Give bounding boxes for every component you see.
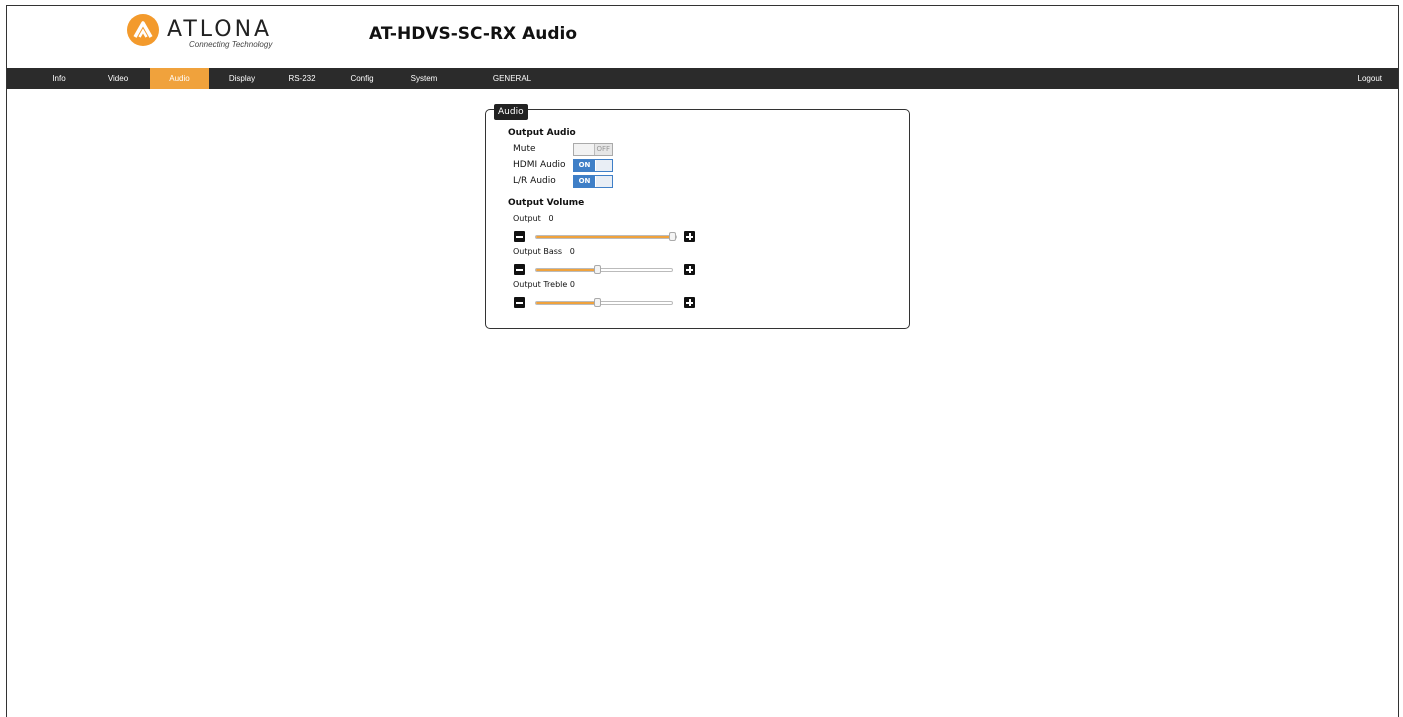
panel-tab-audio: Audio xyxy=(494,104,528,120)
treble-slider-thumb[interactable] xyxy=(594,298,602,307)
treble-value: 0 xyxy=(569,280,575,289)
treble-slider-fill xyxy=(536,302,598,304)
lr-audio-toggle[interactable]: ON xyxy=(573,175,613,188)
hdmi-audio-label: HDMI Audio xyxy=(513,160,566,170)
minus-icon xyxy=(516,235,523,238)
output-slider-fill xyxy=(536,236,676,238)
bass-slider-fill xyxy=(536,269,598,271)
output-label-text: Output xyxy=(513,214,541,223)
nav-item-info[interactable]: Info xyxy=(39,68,79,89)
bass-slider-thumb[interactable] xyxy=(594,265,602,274)
main-nav: Info Video Audio Display RS-232 Config S… xyxy=(7,68,1398,89)
bass-value: 0 xyxy=(569,247,575,256)
atlona-logo-icon xyxy=(127,14,159,46)
nav-item-config[interactable]: Config xyxy=(338,68,386,89)
treble-label-text: Output Treble xyxy=(513,280,568,289)
hdmi-audio-toggle-state: ON xyxy=(574,160,595,171)
output-value: 0 xyxy=(548,214,554,223)
logo-tagline: Connecting Technology xyxy=(189,40,273,49)
logout-link[interactable]: Logout xyxy=(1358,68,1382,89)
output-minus-button[interactable] xyxy=(514,231,525,242)
logo-wordmark: ATLONA xyxy=(167,17,273,42)
lr-audio-label: L/R Audio xyxy=(513,176,556,186)
atlona-logo: ATLONA Connecting Technology xyxy=(127,14,317,50)
plus-icon-v xyxy=(688,266,691,273)
lr-audio-toggle-knob xyxy=(596,176,612,187)
treble-label: Output Treble 0 xyxy=(513,280,575,289)
output-volume-heading: Output Volume xyxy=(508,198,585,208)
hdmi-audio-toggle-knob xyxy=(596,160,612,171)
minus-icon xyxy=(516,301,523,304)
mute-toggle[interactable]: OFF xyxy=(573,143,613,156)
output-audio-heading: Output Audio xyxy=(508,128,576,138)
nav-item-display[interactable]: Display xyxy=(217,68,267,89)
bass-plus-button[interactable] xyxy=(684,264,695,275)
minus-icon xyxy=(516,268,523,271)
treble-minus-button[interactable] xyxy=(514,297,525,308)
bass-label-text: Output Bass xyxy=(513,247,563,256)
output-plus-button[interactable] xyxy=(684,231,695,242)
treble-plus-button[interactable] xyxy=(684,297,695,308)
bass-slider[interactable] xyxy=(535,265,673,274)
nav-item-video[interactable]: Video xyxy=(95,68,141,89)
output-slider-thumb[interactable] xyxy=(669,232,676,241)
mute-toggle-knob xyxy=(574,144,595,155)
bass-label: Output Bass 0 xyxy=(513,247,575,256)
plus-icon-v xyxy=(688,299,691,306)
output-slider[interactable] xyxy=(535,232,677,241)
hdmi-audio-toggle[interactable]: ON xyxy=(573,159,613,172)
nav-item-audio[interactable]: Audio xyxy=(150,68,209,89)
nav-item-rs232[interactable]: RS-232 xyxy=(277,68,327,89)
output-label: Output 0 xyxy=(513,214,554,223)
mute-label: Mute xyxy=(513,144,536,154)
page-title: AT-HDVS-SC-RX Audio xyxy=(369,24,578,44)
mute-toggle-state: OFF xyxy=(596,145,610,153)
plus-icon-v xyxy=(688,233,691,240)
nav-item-general[interactable]: GENERAL xyxy=(482,68,542,89)
nav-item-system[interactable]: System xyxy=(399,68,449,89)
lr-audio-toggle-state: ON xyxy=(574,176,595,187)
treble-slider[interactable] xyxy=(535,298,673,307)
bass-minus-button[interactable] xyxy=(514,264,525,275)
